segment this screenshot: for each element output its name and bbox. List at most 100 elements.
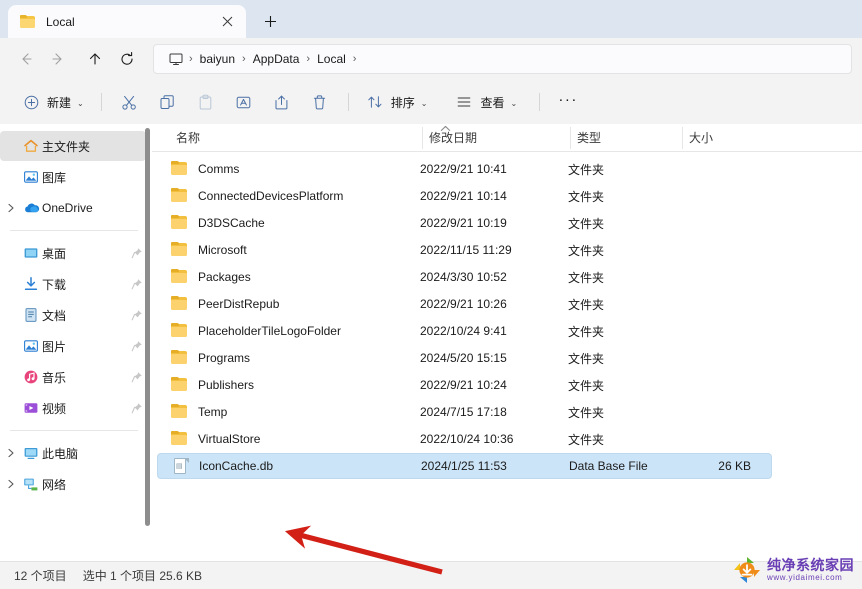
file-date-cell: 2024/5/20 15:15 bbox=[420, 351, 507, 365]
file-name-cell: PlaceholderTileLogoFolder bbox=[162, 323, 414, 339]
file-type-cell: 文件夹 bbox=[568, 297, 605, 312]
table-row[interactable]: Comms 2022/9/21 10:41 文件夹 bbox=[157, 156, 772, 182]
item-count-text: 12 个项目 bbox=[14, 569, 67, 583]
more-options-button[interactable]: ··· bbox=[549, 87, 587, 117]
new-button-label: 新建 bbox=[47, 95, 72, 110]
new-tab-button[interactable] bbox=[256, 7, 284, 35]
table-row[interactable]: D3DSCache 2022/9/21 10:19 文件夹 bbox=[157, 210, 772, 236]
table-row[interactable]: VirtualStore 2022/10/24 10:36 文件夹 bbox=[157, 426, 772, 452]
table-row[interactable]: Packages 2024/3/30 10:52 文件夹 bbox=[157, 264, 772, 290]
table-row[interactable]: PlaceholderTileLogoFolder 2022/10/24 9:4… bbox=[157, 318, 772, 344]
sidebar-item-network[interactable]: 网络 bbox=[0, 469, 146, 499]
paste-button[interactable] bbox=[187, 87, 225, 117]
pin-icon[interactable] bbox=[128, 371, 146, 383]
delete-button[interactable] bbox=[301, 87, 339, 117]
file-type-cell: 文件夹 bbox=[568, 432, 605, 447]
this-pc-icon[interactable] bbox=[164, 51, 188, 67]
file-name-cell: Temp bbox=[162, 404, 414, 420]
file-date-cell: 2022/9/21 10:19 bbox=[420, 216, 507, 230]
pin-icon[interactable] bbox=[128, 278, 146, 290]
file-list[interactable]: Comms 2022/9/21 10:41 文件夹 ConnectedDevic… bbox=[152, 152, 862, 561]
chevron-right-icon[interactable] bbox=[2, 203, 20, 213]
file-date-cell: 2022/9/21 10:24 bbox=[420, 378, 507, 392]
table-row[interactable]: ConnectedDevicesPlatform 2022/9/21 10:14… bbox=[157, 183, 772, 209]
copy-button[interactable] bbox=[149, 87, 187, 117]
tab-title: Local bbox=[46, 14, 75, 29]
pin-icon[interactable] bbox=[128, 247, 146, 259]
close-icon[interactable] bbox=[216, 11, 238, 33]
file-name-text: Programs bbox=[198, 351, 251, 365]
folder-icon bbox=[170, 269, 190, 285]
table-row[interactable]: Temp 2024/7/15 17:18 文件夹 bbox=[157, 399, 772, 425]
file-date-cell: 2024/1/25 11:53 bbox=[421, 459, 507, 473]
command-bar: 新建 ⌄ 排序 ⌄ 查看 ⌄ ··· bbox=[0, 80, 862, 124]
file-name-text: VirtualStore bbox=[198, 432, 261, 446]
toolbar-divider bbox=[539, 93, 541, 111]
breadcrumb-separator: › bbox=[242, 53, 246, 65]
pin-icon[interactable] bbox=[128, 309, 146, 321]
sort-button[interactable]: 排序 ⌄ bbox=[358, 87, 436, 117]
file-list-pane: 名称 修改日期 类型 大小 Comms 2022/9/21 10:41 文件夹 bbox=[152, 124, 862, 561]
tab-local[interactable]: Local bbox=[8, 5, 246, 38]
rename-button[interactable] bbox=[225, 87, 263, 117]
sidebar-item-downloads[interactable]: 下载 bbox=[0, 269, 146, 299]
breadcrumb-local[interactable]: Local bbox=[311, 49, 352, 69]
table-row[interactable]: PeerDistRepub 2022/9/21 10:26 文件夹 bbox=[157, 291, 772, 317]
new-button[interactable]: 新建 ⌄ bbox=[14, 87, 92, 117]
file-name-text: Microsoft bbox=[198, 243, 247, 257]
file-name-cell: ▤ IconCache.db bbox=[163, 458, 415, 474]
column-header-name[interactable]: 名称 bbox=[170, 127, 422, 149]
file-date-cell: 2024/7/15 17:18 bbox=[420, 405, 507, 419]
sidebar-item-label: OneDrive bbox=[42, 201, 93, 215]
sidebar-item-gallery[interactable]: 图库 bbox=[0, 162, 146, 192]
sidebar-item-home[interactable]: 主文件夹 bbox=[0, 131, 146, 161]
database-file-icon: ▤ bbox=[171, 458, 191, 474]
forward-arrow-icon[interactable] bbox=[42, 44, 74, 74]
file-name-cell: PeerDistRepub bbox=[162, 296, 414, 312]
share-button[interactable] bbox=[263, 87, 301, 117]
sidebar-item-music[interactable]: 音乐 bbox=[0, 362, 146, 392]
view-list-icon bbox=[455, 93, 473, 111]
sidebar-item-label: 下载 bbox=[42, 277, 67, 292]
sidebar-item-videos[interactable]: 视频 bbox=[0, 393, 146, 423]
back-arrow-icon[interactable] bbox=[10, 44, 42, 74]
refresh-icon[interactable] bbox=[111, 44, 143, 74]
folder-icon bbox=[170, 323, 190, 339]
rename-icon bbox=[235, 93, 253, 111]
chevron-right-icon[interactable] bbox=[2, 479, 20, 489]
file-name-cell: D3DSCache bbox=[162, 215, 414, 231]
table-row-selected[interactable]: ▤ IconCache.db 2024/1/25 11:53 Data Base… bbox=[157, 453, 772, 479]
file-type-cell: 文件夹 bbox=[568, 270, 605, 285]
chevron-down-icon: ⌄ bbox=[420, 98, 428, 108]
paste-icon bbox=[197, 93, 215, 111]
file-type-cell: 文件夹 bbox=[568, 405, 605, 420]
column-header-type[interactable]: 类型 bbox=[570, 126, 682, 149]
breadcrumb-baiyun[interactable]: baiyun bbox=[194, 49, 241, 69]
column-header-size[interactable]: 大小 bbox=[682, 126, 766, 149]
file-type-cell: 文件夹 bbox=[568, 243, 605, 258]
sidebar-item-pictures[interactable]: 图片 bbox=[0, 331, 146, 361]
toolbar-divider bbox=[347, 93, 349, 111]
pin-icon[interactable] bbox=[128, 340, 146, 352]
sidebar-item-this-pc[interactable]: 此电脑 bbox=[0, 438, 146, 468]
view-button[interactable]: 查看 ⌄ bbox=[447, 87, 525, 117]
breadcrumb-appdata[interactable]: AppData bbox=[247, 49, 306, 69]
up-arrow-icon[interactable] bbox=[79, 44, 111, 74]
file-name-cell: ConnectedDevicesPlatform bbox=[162, 188, 414, 204]
file-name-text: Comms bbox=[198, 162, 240, 176]
table-row[interactable]: Microsoft 2022/11/15 11:29 文件夹 bbox=[157, 237, 772, 263]
sidebar-item-documents[interactable]: 文档 bbox=[0, 300, 146, 330]
sidebar-item-onedrive[interactable]: OneDrive bbox=[0, 193, 146, 223]
watermark: 纯净系统家园 www.yidaimei.com bbox=[732, 555, 854, 585]
cut-button[interactable] bbox=[111, 87, 149, 117]
address-bar[interactable]: › baiyun › AppData › Local › bbox=[153, 44, 852, 74]
pin-icon[interactable] bbox=[128, 402, 146, 414]
music-icon bbox=[20, 369, 42, 385]
sidebar-item-desktop[interactable]: 桌面 bbox=[0, 238, 146, 268]
sidebar-scrollbar[interactable] bbox=[145, 128, 150, 526]
table-row[interactable]: Programs 2024/5/20 15:15 文件夹 bbox=[157, 345, 772, 371]
chevron-right-icon[interactable] bbox=[2, 448, 20, 458]
folder-icon bbox=[170, 161, 190, 177]
table-row[interactable]: Publishers 2022/9/21 10:24 文件夹 bbox=[157, 372, 772, 398]
this-pc-icon bbox=[20, 445, 42, 461]
